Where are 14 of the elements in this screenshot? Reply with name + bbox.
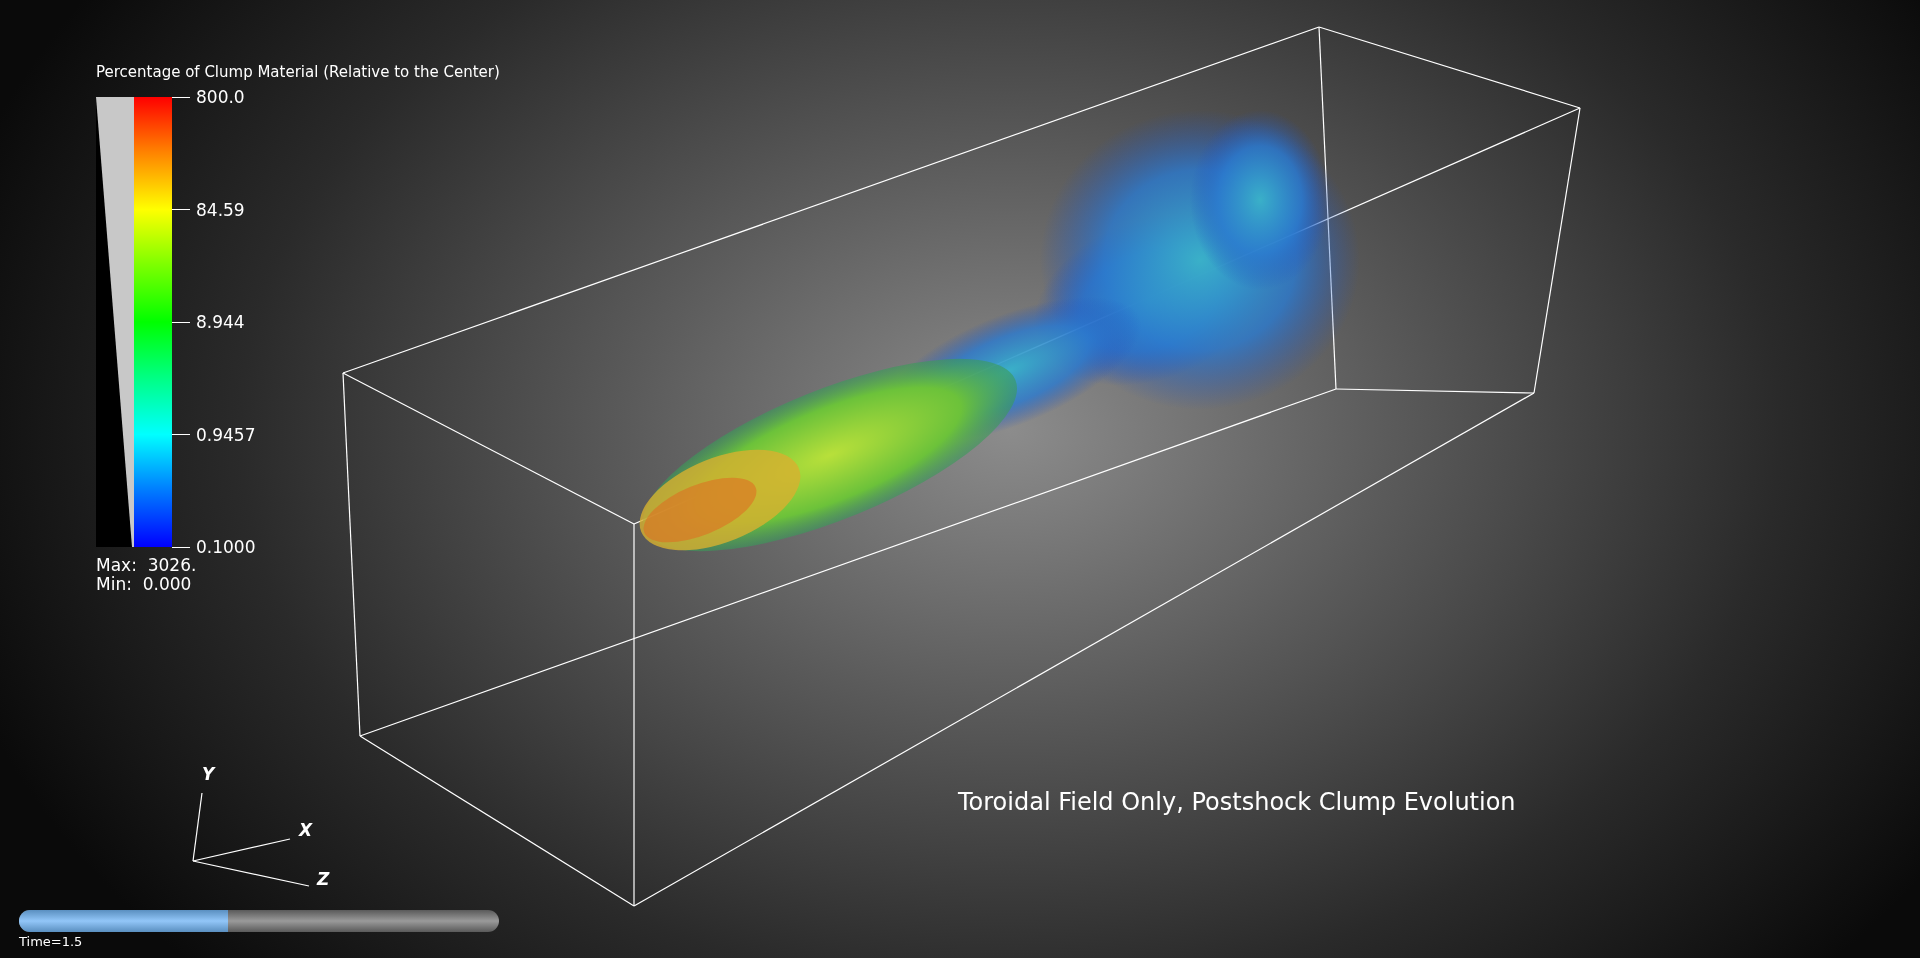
plot-title: Toroidal Field Only, Postshock Clump Evolution	[958, 788, 1516, 816]
legend-title: Percentage of Clump Material (Relative to the Center)	[96, 63, 500, 81]
min-label: Min: 0.000	[96, 575, 193, 594]
time-label: Time=1.5	[19, 934, 83, 949]
max-label: Max: 3026.	[96, 556, 197, 575]
legend-tick-label: 84.59	[196, 199, 245, 220]
axis-label: Z	[317, 869, 330, 889]
legend-tick-label: 800.0	[196, 87, 245, 107]
legend-tick-label: 0.9457	[196, 424, 256, 445]
legend-tick-label: 8.944	[196, 312, 245, 332]
axis-label: Y	[202, 764, 215, 784]
legend-tick-label: 0.1000	[196, 537, 256, 557]
axis-label: X	[299, 820, 313, 840]
time-slider[interactable]	[19, 910, 499, 932]
